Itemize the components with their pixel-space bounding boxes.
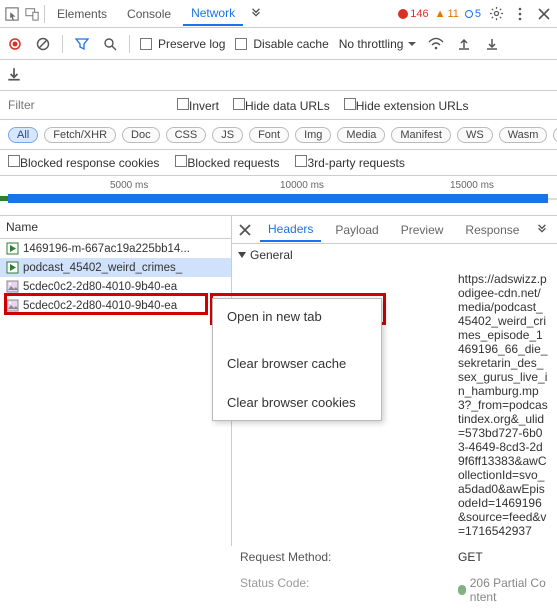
filter-input[interactable] bbox=[8, 98, 163, 112]
more-tabs-icon[interactable] bbox=[247, 5, 265, 23]
export-har-icon[interactable] bbox=[6, 66, 24, 84]
chip-other[interactable]: Other bbox=[553, 127, 557, 143]
chip-img[interactable]: Img bbox=[295, 127, 331, 143]
context-menu: Open in new tab Clear browser cache Clea… bbox=[212, 298, 382, 421]
kebab-icon[interactable] bbox=[511, 5, 529, 23]
type-filter-row: All Fetch/XHR Doc CSS JS Font Img Media … bbox=[0, 120, 557, 150]
request-url-value: https://adswizz.podigee-cdn.net/media/po… bbox=[368, 272, 549, 538]
gear-icon[interactable] bbox=[487, 5, 505, 23]
invert-checkbox[interactable]: Invert bbox=[177, 98, 219, 113]
download-icon[interactable] bbox=[483, 35, 501, 53]
tab-headers[interactable]: Headers bbox=[260, 218, 321, 242]
warning-count[interactable]: ▲11 bbox=[435, 8, 459, 20]
disable-cache-checkbox[interactable]: Disable cache bbox=[235, 37, 328, 51]
image-icon bbox=[6, 299, 19, 312]
request-name: 5cdec0c2-2d80-4010-9b40-ea bbox=[23, 281, 177, 293]
column-name-header[interactable]: Name bbox=[0, 216, 231, 239]
request-row-selected[interactable]: podcast_45402_weird_crimes_ bbox=[0, 258, 231, 277]
record-icon[interactable] bbox=[6, 35, 24, 53]
chip-fetch[interactable]: Fetch/XHR bbox=[44, 127, 116, 143]
ctx-clear-cookies[interactable]: Clear browser cookies bbox=[213, 389, 381, 416]
tab-network[interactable]: Network bbox=[183, 2, 243, 26]
chip-manifest[interactable]: Manifest bbox=[391, 127, 451, 143]
chip-css[interactable]: CSS bbox=[166, 127, 207, 143]
tab-preview[interactable]: Preview bbox=[393, 219, 452, 241]
method-label: Request Method: bbox=[240, 550, 360, 564]
tab-response[interactable]: Response bbox=[457, 219, 527, 241]
request-row[interactable]: 5cdec0c2-2d80-4010-9b40-ea bbox=[0, 296, 231, 315]
request-name: 1469196-m-667ac19a225bb14... bbox=[23, 243, 190, 255]
request-name: 5cdec0c2-2d80-4010-9b40-ea bbox=[23, 300, 177, 312]
blocked-response-checkbox[interactable]: Blocked response cookies bbox=[8, 155, 159, 170]
info-count[interactable]: 5 bbox=[465, 8, 481, 20]
image-icon bbox=[6, 280, 19, 293]
chip-all[interactable]: All bbox=[8, 127, 38, 143]
status-value: 206 Partial Content bbox=[368, 576, 549, 604]
request-row[interactable]: 1469196-m-667ac19a225bb14... bbox=[0, 239, 231, 258]
status-label: Status Code: bbox=[240, 576, 360, 604]
upload-icon[interactable] bbox=[455, 35, 473, 53]
media-icon bbox=[6, 242, 19, 255]
tab-console[interactable]: Console bbox=[119, 3, 179, 25]
preserve-log-checkbox[interactable]: Preserve log bbox=[140, 37, 225, 51]
filter-icon[interactable] bbox=[73, 35, 91, 53]
blocked-requests-checkbox[interactable]: Blocked requests bbox=[175, 155, 279, 170]
more-detail-tabs-icon[interactable] bbox=[533, 221, 551, 239]
error-count[interactable]: 146 bbox=[398, 8, 428, 20]
chip-ws[interactable]: WS bbox=[457, 127, 493, 143]
hide-data-urls-checkbox[interactable]: Hide data URLs bbox=[233, 98, 330, 113]
device-icon[interactable] bbox=[24, 6, 40, 22]
hide-ext-urls-checkbox[interactable]: Hide extension URLs bbox=[344, 98, 469, 113]
search-icon[interactable] bbox=[101, 35, 119, 53]
wifi-icon[interactable] bbox=[427, 35, 445, 53]
chip-wasm[interactable]: Wasm bbox=[499, 127, 548, 143]
chip-doc[interactable]: Doc bbox=[122, 127, 160, 143]
method-value: GET bbox=[368, 550, 549, 564]
clear-icon[interactable] bbox=[34, 35, 52, 53]
request-name: podcast_45402_weird_crimes_ bbox=[23, 262, 182, 274]
chip-media[interactable]: Media bbox=[337, 127, 385, 143]
close-icon[interactable] bbox=[535, 5, 553, 23]
media-icon bbox=[6, 261, 19, 274]
ctx-clear-cache[interactable]: Clear browser cache bbox=[213, 350, 381, 377]
close-detail-icon[interactable] bbox=[236, 221, 254, 239]
throttling-select[interactable]: No throttling bbox=[339, 37, 418, 51]
request-row[interactable]: 5cdec0c2-2d80-4010-9b40-ea bbox=[0, 277, 231, 296]
tab-payload[interactable]: Payload bbox=[327, 219, 386, 241]
chip-js[interactable]: JS bbox=[212, 127, 243, 143]
general-section[interactable]: General bbox=[232, 244, 557, 266]
tab-elements[interactable]: Elements bbox=[49, 3, 115, 25]
inspect-icon[interactable] bbox=[4, 6, 20, 22]
third-party-checkbox[interactable]: 3rd-party requests bbox=[295, 155, 404, 170]
chip-font[interactable]: Font bbox=[249, 127, 289, 143]
timeline-overview[interactable]: 5000 ms 10000 ms 15000 ms bbox=[0, 176, 557, 216]
ctx-open-new-tab[interactable]: Open in new tab bbox=[213, 303, 381, 330]
